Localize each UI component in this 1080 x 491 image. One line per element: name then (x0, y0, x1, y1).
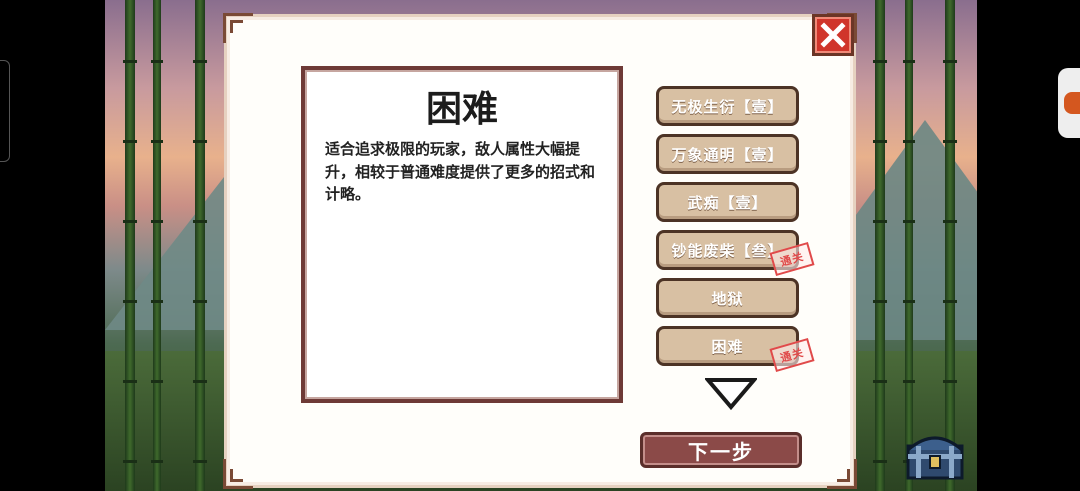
option-label: 武痴【壹】 (687, 193, 768, 212)
bamboo-stalk (943, 0, 957, 491)
corner-ornament (223, 13, 253, 43)
difficulty-description: 适合追求极限的玩家，敌人属性大幅提升，相较于普通难度提供了更多的招式和计略。 (325, 140, 596, 203)
option-label: 无极生衍【壹】 (671, 97, 784, 116)
option-wuchi[interactable]: 武痴【壹】 (656, 182, 799, 222)
close-button[interactable] (812, 14, 854, 56)
close-icon (820, 22, 846, 48)
difficulty-title: 困难 (425, 89, 498, 130)
option-label: 困难 (711, 337, 744, 356)
next-step-label: 下一步 (688, 439, 754, 464)
bamboo-stalk (151, 0, 163, 491)
description-panel: 困难 适合追求极限的玩家，敌人属性大幅提升，相较于普通难度提供了更多的招式和计略… (301, 66, 623, 403)
treasure-chest-icon[interactable] (904, 432, 966, 480)
corner-ornament (827, 459, 857, 489)
corner-ornament (223, 459, 253, 489)
option-wuji-shengyan[interactable]: 无极生衍【壹】 (656, 86, 799, 126)
option-wanxiang-tongming[interactable]: 万象通明【壹】 (656, 134, 799, 174)
chevron-down-icon[interactable] (705, 377, 757, 411)
option-label: 地狱 (711, 289, 744, 308)
floating-app-bubble[interactable] (1058, 68, 1080, 138)
bamboo-stalk (123, 0, 137, 491)
option-hell[interactable]: 地狱 (656, 278, 799, 318)
option-label: 钞能废柴【叁】 (671, 241, 784, 260)
next-step-button[interactable]: 下一步 (640, 432, 802, 468)
option-label: 万象通明【壹】 (671, 145, 784, 164)
bamboo-stalk (903, 0, 915, 491)
bamboo-stalk (873, 0, 887, 491)
device-edge-left (0, 60, 10, 162)
bamboo-stalk (193, 0, 207, 491)
